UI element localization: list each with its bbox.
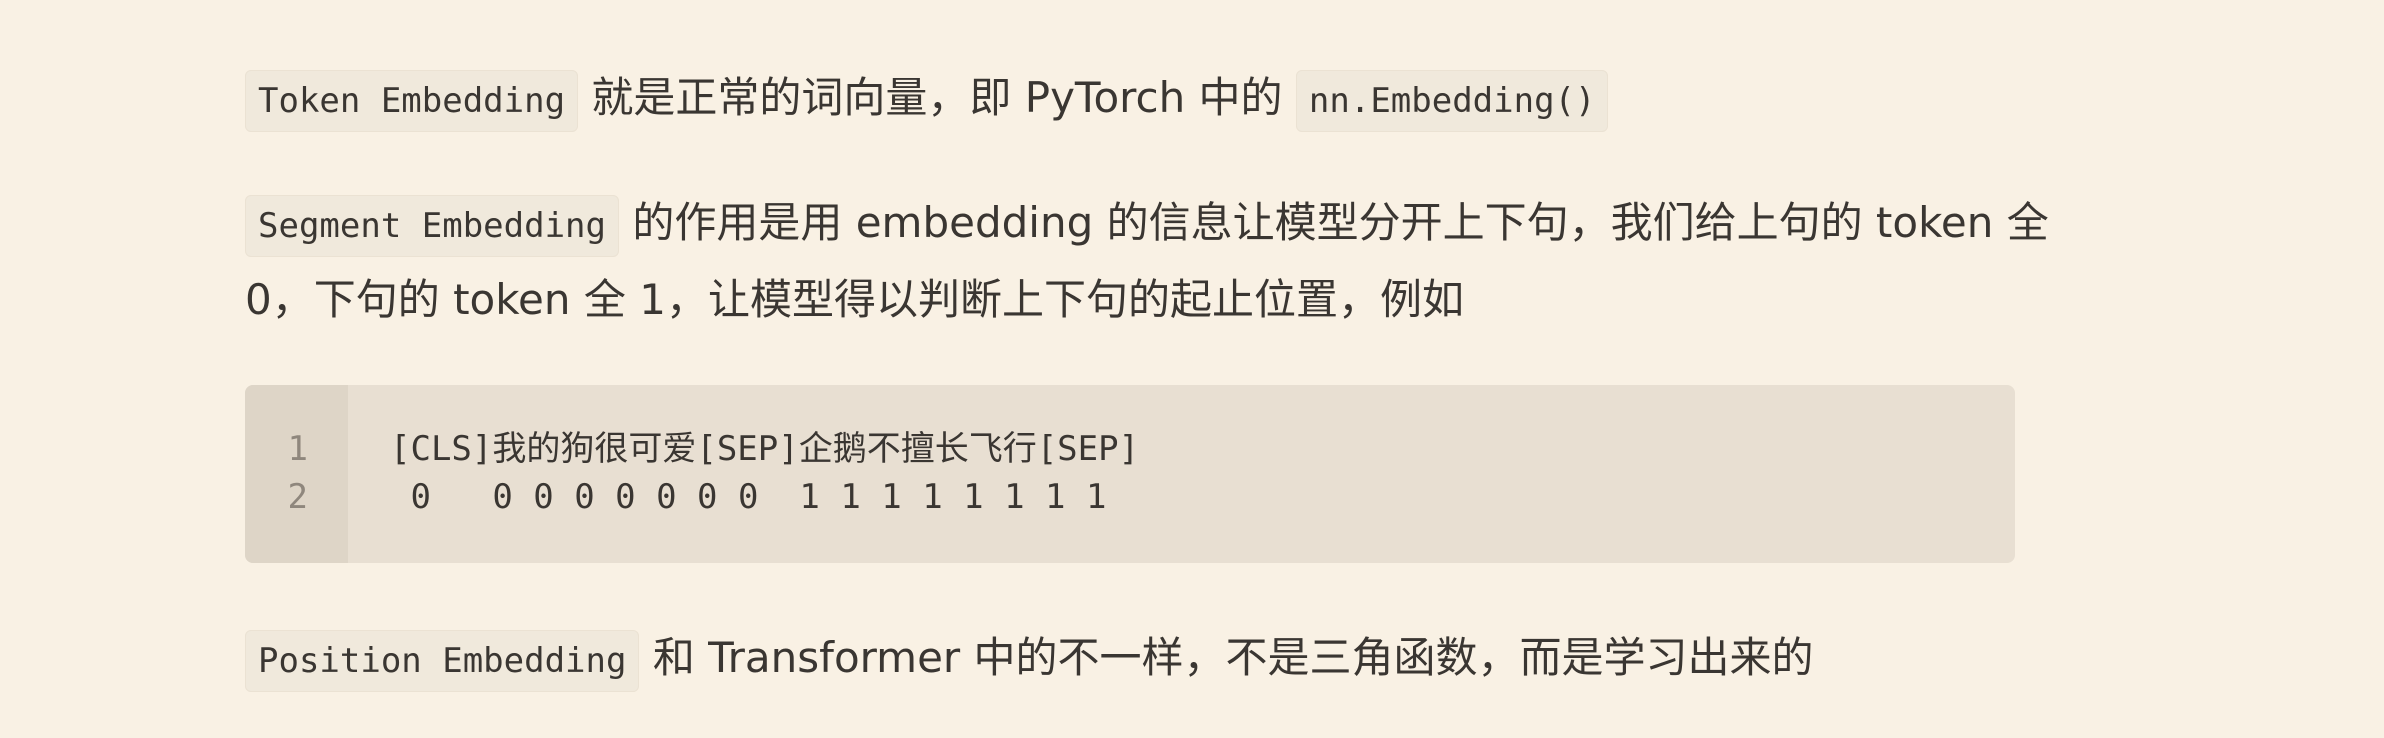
- paragraph-text: 和 Transformer 中的不一样，不是三角函数，而是学习出来的: [639, 633, 1814, 682]
- code-line: 0 0 0 0 0 0 0 0 1 1 1 1 1 1 1 1: [390, 477, 1107, 517]
- paragraph-token-embedding: Token Embedding 就是正常的词向量，即 PyTorch 中的 nn…: [245, 61, 1609, 138]
- paragraph-segment-embedding: Segment Embedding 的作用是用 embedding 的信息让模型…: [245, 186, 2049, 337]
- paragraph-line-2: 0，下句的 token 全 1，让模型得以判断上下句的起止位置，例如: [245, 275, 1464, 324]
- line-number: 1: [287, 429, 308, 469]
- paragraph-position-embedding: Position Embedding 和 Transformer 中的不一样，不…: [245, 621, 1814, 698]
- paragraph-text: 的作用是用 embedding 的信息让模型分开上下句，我们给上句的 token…: [619, 198, 2049, 247]
- inline-code-token-embedding: Token Embedding: [245, 70, 579, 132]
- inline-code-position-embedding: Position Embedding: [245, 630, 640, 692]
- paragraph-line-1: Segment Embedding 的作用是用 embedding 的信息让模型…: [245, 186, 2049, 263]
- code-line: [CLS]我的狗很可爱[SEP]企鹅不擅长飞行[SEP]: [390, 429, 1140, 469]
- inline-code-segment-embedding: Segment Embedding: [245, 195, 619, 257]
- line-number: 2: [287, 477, 308, 517]
- line-number-gutter: 1 2: [245, 385, 348, 563]
- inline-code-nn-embedding: nn.Embedding(): [1295, 70, 1609, 132]
- code-block: 1 2 [CLS]我的狗很可爱[SEP]企鹅不擅长飞行[SEP] 0 0 0 0…: [245, 385, 2015, 563]
- paragraph-text: 就是正常的词向量，即 PyTorch 中的: [578, 73, 1296, 122]
